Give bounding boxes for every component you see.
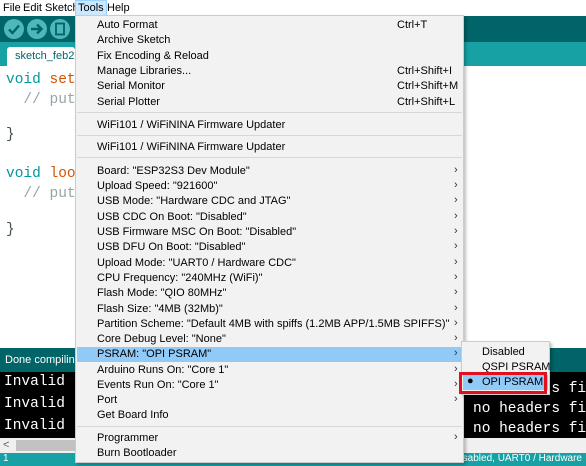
menu-item-arduino-runs-on[interactable]: Arduino Runs On: "Core 1" › (77, 363, 462, 378)
chevron-right-icon: › (454, 431, 458, 443)
tools-menu-dropdown: Auto Format Ctrl+T Archive Sketch Fix En… (75, 15, 464, 463)
menu-item-flash-size[interactable]: Flash Size: "4MB (32Mb)" › (77, 302, 462, 317)
document-icon (55, 22, 65, 36)
chevron-right-icon: › (454, 363, 458, 375)
menu-item-fix-encoding[interactable]: Fix Encoding & Reload (77, 49, 462, 64)
chevron-right-icon: › (454, 256, 458, 268)
menu-item-upload-mode[interactable]: Upload Mode: "UART0 / Hardware CDC" › (77, 256, 462, 271)
menu-item-manage-libraries[interactable]: Manage Libraries... Ctrl+Shift+I (77, 64, 462, 79)
psram-option-disabled[interactable]: Disabled (463, 345, 548, 360)
menu-item-upload-speed[interactable]: Upload Speed: "921600" › (77, 179, 462, 194)
console-line: Invalid l (4, 418, 83, 434)
code-line: // put (6, 186, 76, 202)
menu-item-wifi-updater[interactable]: WiFi101 / WiFiNINA Firmware Updater (77, 118, 462, 133)
menu-separator (77, 112, 462, 113)
chevron-right-icon: › (454, 286, 458, 298)
menu-edit[interactable]: Edit (21, 0, 44, 16)
checkmark-icon (8, 24, 20, 35)
menu-item-flash-mode[interactable]: Flash Mode: "QIO 80MHz" › (77, 286, 462, 301)
chevron-right-icon: › (454, 378, 458, 390)
menu-item-usb-firmware-msc[interactable]: USB Firmware MSC On Boot: "Disabled" › (77, 225, 462, 240)
menu-item-archive-sketch[interactable]: Archive Sketch (77, 33, 462, 48)
menu-item-get-board-info[interactable]: Get Board Info (77, 408, 462, 423)
keyword-void: void (6, 166, 41, 182)
tab-sketch[interactable]: sketch_feb22a (7, 47, 87, 66)
keyword-void: void (6, 72, 41, 88)
menu-item-serial-monitor[interactable]: Serial Monitor Ctrl+Shift+M (77, 79, 462, 94)
chevron-right-icon: › (454, 210, 458, 222)
closing-brace: } (6, 127, 15, 143)
menu-item-core-debug-level[interactable]: Core Debug Level: "None" › (77, 332, 462, 347)
code-line: } (6, 222, 15, 238)
code-comment: // put (23, 92, 76, 108)
shortcut-label: Ctrl+T (397, 19, 428, 31)
menu-item-partition-scheme[interactable]: Partition Scheme: "Default 4MB with spif… (77, 317, 462, 332)
menu-item-serial-plotter[interactable]: Serial Plotter Ctrl+Shift+L (77, 95, 462, 110)
shortcut-label: Ctrl+Shift+M (397, 80, 459, 92)
chevron-right-icon: › (454, 347, 458, 359)
chevron-right-icon: › (454, 271, 458, 283)
menu-item-psram[interactable]: PSRAM: "OPI PSRAM" › (77, 347, 462, 362)
arrow-right-icon (31, 23, 44, 35)
code-line: } (6, 127, 15, 143)
menu-item-programmer[interactable]: Programmer › (77, 431, 462, 446)
chevron-right-icon: › (454, 317, 458, 329)
menu-item-usb-mode[interactable]: USB Mode: "Hardware CDC and JTAG" › (77, 194, 462, 209)
menu-item-burn-bootloader[interactable]: Burn Bootloader (77, 446, 462, 461)
menu-item-wifi-updater[interactable]: WiFi101 / WiFiNINA Firmware Updater (77, 140, 462, 155)
menu-item-board[interactable]: Board: "ESP32S3 Dev Module" › (77, 164, 462, 179)
chevron-right-icon: › (454, 302, 458, 314)
status-message: Done compiling (5, 354, 81, 366)
code-comment: // put (23, 186, 76, 202)
console-line: Invalid l (4, 374, 83, 390)
shortcut-label: Ctrl+Shift+I (397, 65, 453, 77)
menu-file[interactable]: File (1, 0, 23, 16)
verify-button[interactable] (4, 19, 24, 39)
menu-separator (77, 135, 462, 136)
console-line: Invalid l (4, 396, 83, 412)
menu-bar: File Edit Sketch Tools Help (0, 0, 586, 16)
menu-separator (77, 157, 462, 158)
chevron-right-icon: › (454, 164, 458, 176)
chevron-right-icon: › (454, 194, 458, 206)
menu-item-usb-cdc-on-boot[interactable]: USB CDC On Boot: "Disabled" › (77, 210, 462, 225)
line-number: 1 (3, 453, 9, 464)
chevron-right-icon: › (454, 393, 458, 405)
menu-item-auto-format[interactable]: Auto Format Ctrl+T (77, 18, 462, 33)
chevron-right-icon: › (454, 179, 458, 191)
code-line: void loop (6, 166, 84, 182)
menu-item-events-run-on[interactable]: Events Run On: "Core 1" › (77, 378, 462, 393)
upload-button[interactable] (27, 19, 47, 39)
console-line-right: no headers fil (473, 401, 586, 417)
menu-item-usb-dfu-on-boot[interactable]: USB DFU On Boot: "Disabled" › (77, 240, 462, 255)
menu-separator (77, 426, 462, 427)
chevron-right-icon: › (454, 240, 458, 252)
menu-item-cpu-frequency[interactable]: CPU Frequency: "240MHz (WiFi)" › (77, 271, 462, 286)
chevron-right-icon: › (454, 332, 458, 344)
code-line: // put (6, 92, 76, 108)
scroll-left-icon[interactable]: < (3, 439, 9, 451)
shortcut-label: Ctrl+Shift+L (397, 96, 456, 108)
new-sketch-button[interactable] (50, 19, 70, 39)
menu-help[interactable]: Help (105, 0, 132, 16)
chevron-right-icon: › (454, 225, 458, 237)
menu-item-port[interactable]: Port › (77, 393, 462, 408)
console-line-right: no headers fil (473, 421, 586, 437)
highlight-annotation-box (459, 372, 547, 394)
code-line: void setu (6, 72, 84, 88)
closing-brace: } (6, 222, 15, 238)
menu-tools[interactable]: Tools (75, 0, 107, 16)
